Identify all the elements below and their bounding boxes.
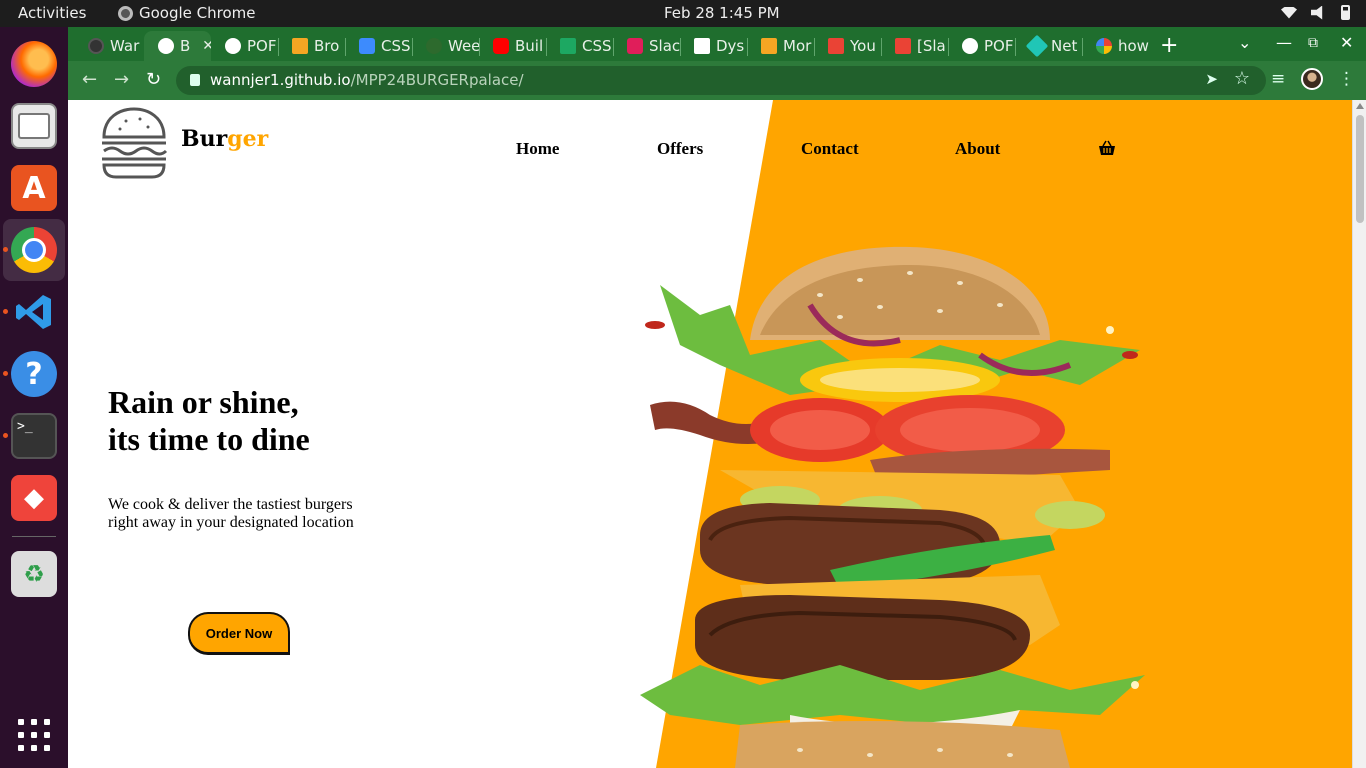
- running-indicator: [3, 371, 8, 376]
- slack-icon: [627, 38, 643, 54]
- running-indicator: [3, 247, 8, 252]
- reading-list-icon[interactable]: ≡: [1271, 69, 1285, 89]
- clock[interactable]: Feb 28 1:45 PM: [664, 4, 780, 22]
- close-tab-icon[interactable]: ✕: [202, 38, 211, 54]
- running-indicator: [3, 309, 8, 314]
- anydesk-icon[interactable]: ◆: [11, 475, 57, 521]
- tab[interactable]: CSS: [546, 31, 613, 61]
- tab[interactable]: POF: [948, 31, 1015, 61]
- tab-favicon-icon: [694, 38, 710, 54]
- burger-logo-icon: [102, 107, 168, 179]
- close-window-icon[interactable]: ✕: [1340, 33, 1353, 52]
- nav-offers[interactable]: Offers: [657, 139, 703, 159]
- webpage: Burger Home Offers Contact About Rain or…: [68, 100, 1352, 768]
- battery-icon: [1341, 5, 1350, 20]
- page-scrollbar[interactable]: [1352, 100, 1366, 768]
- reload-icon[interactable]: ↻: [146, 69, 161, 90]
- tab-favicon-icon: [359, 38, 375, 54]
- show-applications-icon[interactable]: [18, 719, 50, 751]
- dock-separator: [12, 536, 56, 537]
- chrome-small-icon: [118, 5, 133, 21]
- tab[interactable]: how: [1082, 31, 1149, 61]
- tab-strip: War B ✕ POF Bro CSS Wee Buil CSS Slac Dys…: [68, 27, 1366, 61]
- browser-toolbar: ← → ↻ wannjer1.github.io/MPP24BURGERpala…: [68, 61, 1366, 100]
- youtube-icon: [493, 38, 509, 54]
- maximize-icon[interactable]: ⧉: [1308, 35, 1318, 51]
- tab[interactable]: Buil: [479, 31, 546, 61]
- back-icon[interactable]: ←: [82, 69, 97, 90]
- tab[interactable]: Dys: [680, 31, 747, 61]
- files-icon[interactable]: [11, 103, 57, 149]
- tab-favicon-icon: [292, 38, 308, 54]
- tab-search-icon[interactable]: ⌄: [1238, 33, 1251, 52]
- tab[interactable]: Slac: [613, 31, 680, 61]
- minimize-icon[interactable]: —: [1276, 33, 1292, 52]
- basket-icon[interactable]: [1098, 140, 1116, 156]
- running-indicator: [3, 433, 8, 438]
- nav-contact[interactable]: Contact: [801, 139, 859, 159]
- help-icon[interactable]: ?: [11, 351, 57, 397]
- bookmark-star-icon[interactable]: ☆: [1234, 68, 1250, 89]
- tab-favicon-icon: [1025, 34, 1049, 58]
- tab[interactable]: War: [74, 31, 144, 61]
- tab[interactable]: Bro: [278, 31, 345, 61]
- globe-icon: [225, 38, 241, 54]
- tab-favicon-icon: [88, 38, 104, 54]
- profile-avatar[interactable]: [1301, 68, 1323, 90]
- address-bar[interactable]: wannjer1.github.io/MPP24BURGERpalace/ ➤ …: [176, 66, 1266, 95]
- share-icon[interactable]: ➤: [1205, 70, 1218, 88]
- scroll-up-icon[interactable]: [1356, 103, 1364, 109]
- tab[interactable]: Net: [1015, 31, 1082, 61]
- gmail-icon: [828, 38, 844, 54]
- tab-favicon-icon: [426, 38, 442, 54]
- tab[interactable]: Mor: [747, 31, 814, 61]
- nav-home[interactable]: Home: [516, 139, 559, 159]
- app-center-icon[interactable]: A: [11, 165, 57, 211]
- burger-image: [640, 246, 1145, 768]
- volume-icon: [1311, 5, 1323, 20]
- brand-name[interactable]: Burger: [181, 126, 268, 152]
- menu-kebab-icon[interactable]: ⋮: [1338, 69, 1355, 89]
- tab[interactable]: POF: [211, 31, 278, 61]
- system-top-bar: Activities Google Chrome Feb 28 1:45 PM: [0, 0, 1366, 27]
- globe-icon: [158, 38, 174, 54]
- tab[interactable]: CSS: [345, 31, 412, 61]
- trash-icon[interactable]: ♻: [11, 551, 57, 597]
- activities-button[interactable]: Activities: [18, 4, 86, 22]
- lock-icon: [190, 74, 200, 86]
- chrome-icon[interactable]: [11, 227, 57, 273]
- google-icon: [1096, 38, 1112, 54]
- gmail-icon: [895, 38, 911, 54]
- nav-about[interactable]: About: [955, 139, 1000, 159]
- system-tray[interactable]: [1281, 5, 1350, 20]
- tab[interactable]: You: [814, 31, 881, 61]
- new-tab-icon[interactable]: +: [1160, 33, 1178, 58]
- hero-title: Rain or shine, its time to dine: [108, 384, 310, 457]
- tab[interactable]: Wee: [412, 31, 479, 61]
- forward-icon[interactable]: →: [114, 69, 129, 90]
- terminal-icon[interactable]: >_: [11, 413, 57, 459]
- globe-icon: [962, 38, 978, 54]
- order-now-button[interactable]: Order Now: [188, 612, 290, 655]
- hero-subtitle: We cook & deliver the tastiest burgers r…: [108, 496, 354, 531]
- vscode-icon[interactable]: [11, 289, 57, 335]
- scrollbar-thumb[interactable]: [1356, 115, 1364, 223]
- firefox-icon[interactable]: [11, 41, 57, 87]
- app-menu[interactable]: Google Chrome: [118, 4, 256, 22]
- url-text[interactable]: wannjer1.github.io/MPP24BURGERpalace/: [210, 71, 524, 89]
- tab[interactable]: [Sla: [881, 31, 948, 61]
- tab-favicon-icon: [761, 38, 777, 54]
- app-menu-label: Google Chrome: [139, 4, 256, 22]
- tab-active[interactable]: B ✕: [144, 31, 211, 61]
- dock: A ? >_ ◆ ♻: [0, 27, 68, 768]
- tab-favicon-icon: [560, 38, 576, 54]
- wifi-icon: [1281, 6, 1297, 19]
